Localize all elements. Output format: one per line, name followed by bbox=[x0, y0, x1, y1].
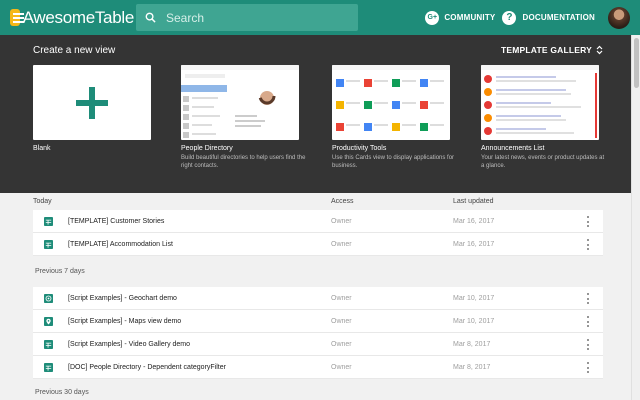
search-icon bbox=[145, 12, 156, 23]
table-icon bbox=[44, 216, 53, 226]
card-title: Blank bbox=[33, 145, 51, 152]
last-updated-value: Mar 10, 2017 bbox=[453, 294, 495, 302]
awesometable-logo-icon bbox=[10, 9, 24, 26]
announcements-list-thumbnail[interactable] bbox=[481, 65, 599, 140]
table-row[interactable]: [Script Examples] - Video Gallery demo O… bbox=[33, 333, 603, 356]
view-name[interactable]: [Script Examples] - Geochart demo bbox=[68, 295, 177, 302]
google-plus-icon[interactable]: G+ bbox=[425, 10, 440, 25]
people-directory-thumbnail[interactable] bbox=[181, 65, 299, 140]
people-directory-preview bbox=[181, 65, 299, 138]
app-logo[interactable]: AwesomeTable bbox=[10, 8, 134, 28]
productivity-tools-preview bbox=[332, 65, 450, 131]
view-name[interactable]: [TEMPLATE] Accommodation List bbox=[68, 241, 173, 248]
app-name: AwesomeTable bbox=[22, 7, 135, 27]
view-name[interactable]: [DOC] People Directory - Dependent categ… bbox=[68, 364, 226, 371]
top-app-bar: AwesomeTable G+ COMMUNITY ? DOCUMENTATIO… bbox=[0, 0, 640, 35]
table-icon bbox=[44, 239, 53, 249]
access-value: Owner bbox=[331, 217, 352, 225]
table-row[interactable]: [Script Examples] - Geochart demo Owner … bbox=[33, 287, 603, 310]
create-view-panel: Create a new view TEMPLATE GALLERY Blank bbox=[0, 35, 640, 193]
section-label-previous-30-days: Previous 30 days bbox=[35, 388, 89, 396]
blank-thumbnail[interactable] bbox=[33, 65, 151, 140]
more-vert-icon[interactable] bbox=[585, 293, 591, 304]
last-updated-value: Mar 8, 2017 bbox=[453, 363, 491, 371]
user-avatar[interactable] bbox=[608, 6, 630, 29]
view-name[interactable]: [Script Examples] - Maps view demo bbox=[68, 318, 181, 325]
table-icon bbox=[44, 339, 53, 349]
more-vert-icon[interactable] bbox=[585, 316, 591, 327]
card-title: People Directory bbox=[181, 145, 233, 152]
more-vert-icon[interactable] bbox=[585, 362, 591, 373]
documentation-link[interactable]: DOCUMENTATION bbox=[522, 13, 595, 22]
view-name[interactable]: [Script Examples] - Video Gallery demo bbox=[68, 341, 190, 348]
table-row[interactable]: [TEMPLATE] Customer Stories Owner Mar 16… bbox=[33, 210, 603, 233]
views-list: Today Access Last updated [TEMPLATE] Cus… bbox=[33, 193, 603, 400]
section-label-today: Today bbox=[33, 198, 52, 205]
map-pin-icon bbox=[44, 316, 53, 326]
access-value: Owner bbox=[331, 317, 352, 325]
last-updated-value: Mar 16, 2017 bbox=[453, 217, 495, 225]
create-view-title: Create a new view bbox=[33, 45, 116, 56]
section-label-previous-7-days: Previous 7 days bbox=[35, 268, 85, 275]
plus-icon bbox=[76, 87, 108, 119]
more-vert-icon[interactable] bbox=[585, 239, 591, 250]
table-icon bbox=[44, 362, 53, 372]
more-vert-icon[interactable] bbox=[585, 216, 591, 227]
card-description: Your latest news, events or product upda… bbox=[481, 155, 605, 169]
last-updated-value: Mar 10, 2017 bbox=[453, 317, 495, 325]
template-gallery-label: TEMPLATE GALLERY bbox=[501, 45, 593, 55]
card-title: Productivity Tools bbox=[332, 145, 387, 152]
announcements-list-preview bbox=[481, 65, 599, 138]
access-value: Owner bbox=[331, 294, 352, 302]
template-card-announcements-list[interactable]: Announcements List Your latest news, eve… bbox=[481, 65, 606, 170]
card-title: Announcements List bbox=[481, 145, 545, 152]
template-card-blank[interactable]: Blank bbox=[33, 65, 151, 152]
access-value: Owner bbox=[331, 363, 352, 371]
community-link[interactable]: COMMUNITY bbox=[444, 13, 495, 22]
last-updated-value: Mar 16, 2017 bbox=[453, 240, 495, 248]
last-updated-value: Mar 8, 2017 bbox=[453, 340, 491, 348]
template-card-productivity-tools[interactable]: Productivity Tools Use this Cards view t… bbox=[332, 65, 457, 170]
last-updated-column-header[interactable]: Last updated bbox=[453, 198, 493, 205]
table-row[interactable]: [DOC] People Directory - Dependent categ… bbox=[33, 356, 603, 379]
unfold-icon bbox=[596, 45, 603, 55]
list-header: Today Access Last updated bbox=[33, 193, 603, 210]
card-description: Use this Cards view to display applicati… bbox=[332, 155, 455, 169]
geochart-icon bbox=[44, 293, 53, 303]
page-scrollbar[interactable] bbox=[631, 35, 640, 400]
more-vert-icon[interactable] bbox=[585, 339, 591, 350]
view-name[interactable]: [TEMPLATE] Customer Stories bbox=[68, 218, 164, 225]
template-gallery-button[interactable]: TEMPLATE GALLERY bbox=[501, 45, 603, 55]
table-row[interactable]: [TEMPLATE] Accommodation List Owner Mar … bbox=[33, 233, 603, 256]
productivity-tools-thumbnail[interactable] bbox=[332, 65, 450, 140]
access-value: Owner bbox=[331, 240, 352, 248]
template-card-people-directory[interactable]: People Directory Build beautiful directo… bbox=[181, 65, 306, 170]
card-description: Build beautiful directories to help user… bbox=[181, 155, 306, 169]
help-icon[interactable]: ? bbox=[502, 10, 517, 25]
search-input[interactable] bbox=[166, 10, 346, 25]
search-box[interactable] bbox=[136, 4, 358, 31]
table-row[interactable]: [Script Examples] - Maps view demo Owner… bbox=[33, 310, 603, 333]
access-column-header[interactable]: Access bbox=[331, 198, 354, 205]
access-value: Owner bbox=[331, 340, 352, 348]
